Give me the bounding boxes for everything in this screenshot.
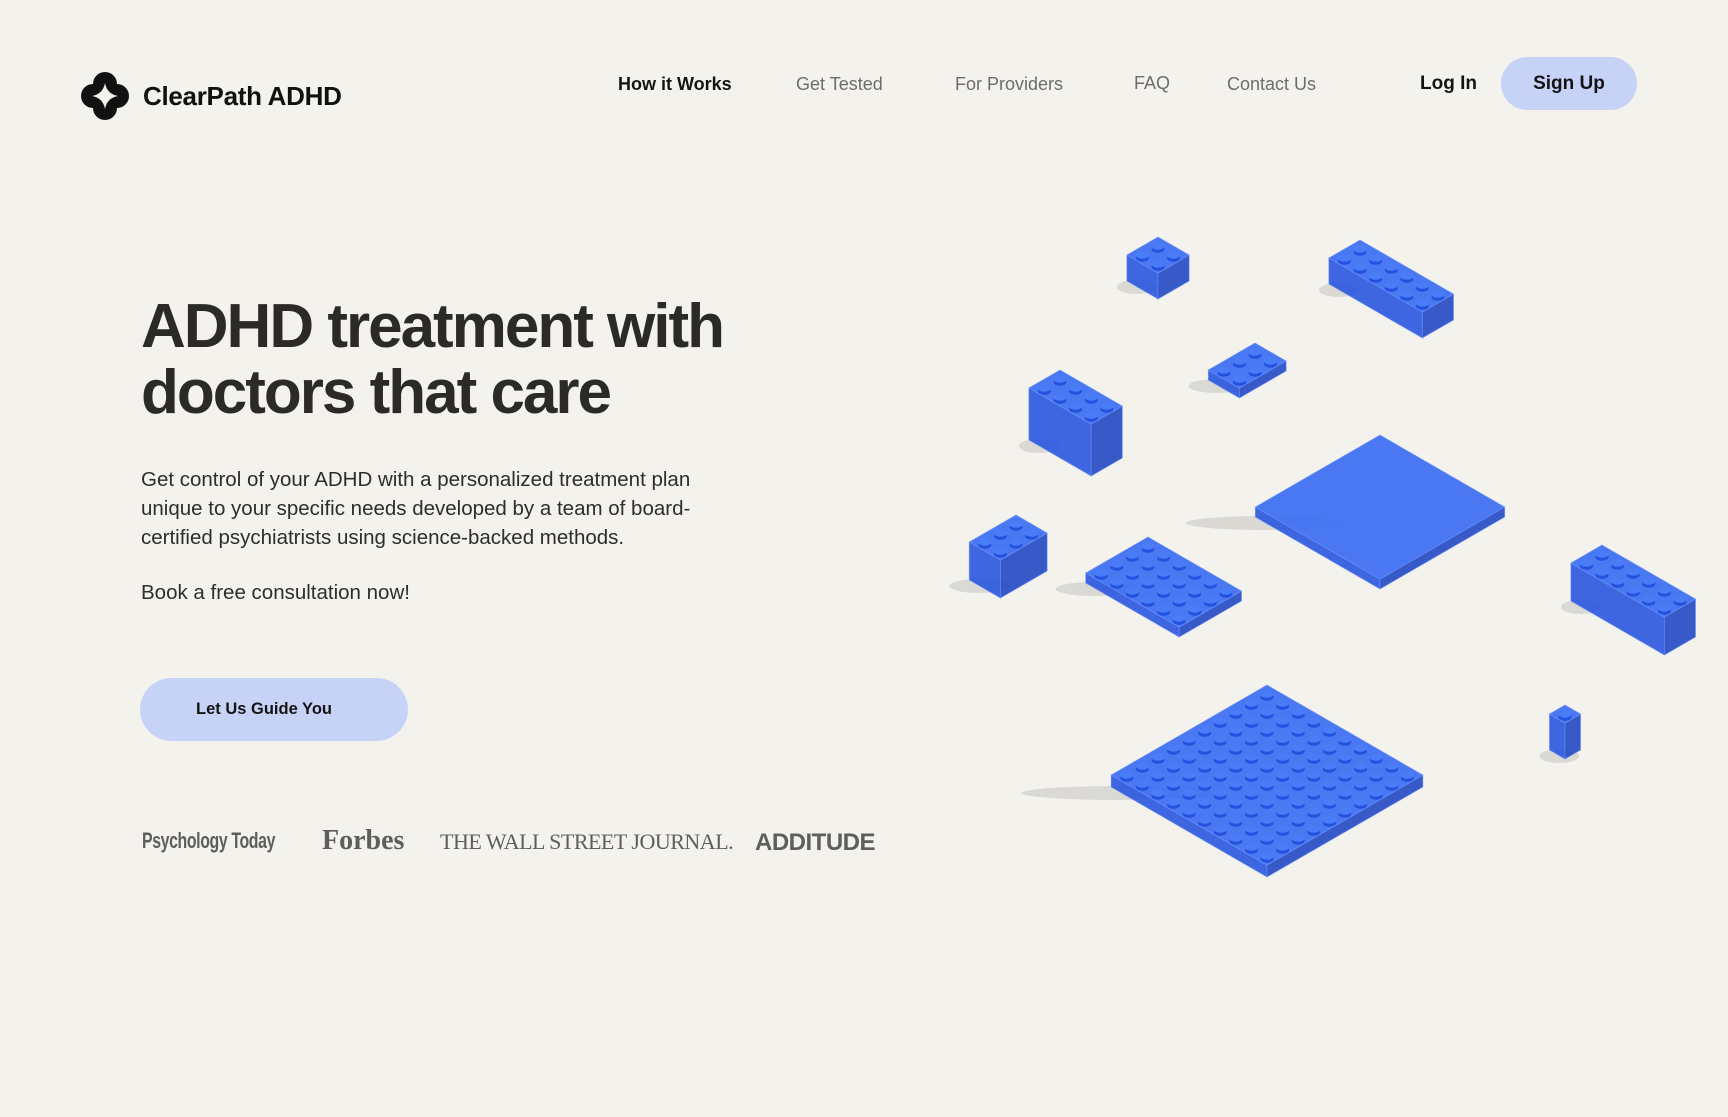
landing-page: ClearPath ADHD How it Works Get Tested F…	[0, 0, 1728, 1117]
brick-2x3-corner	[949, 514, 1048, 599]
nav-faq[interactable]: FAQ	[1134, 73, 1170, 94]
brick-2x2-small	[1116, 236, 1190, 300]
building-blocks-illustration	[949, 236, 1697, 878]
plate-4x6	[1055, 536, 1243, 638]
press-logo-forbes: Forbes	[322, 825, 405, 856]
press-logo-additude: ADDITUDE	[755, 829, 876, 856]
brick-2x6-long	[1318, 239, 1455, 339]
plate-10x10	[1021, 684, 1424, 878]
press-logo-psychology-today: Psychology Today	[142, 828, 276, 853]
clover-logo-icon	[81, 72, 129, 120]
brick-2x6-right	[1560, 544, 1697, 656]
login-link[interactable]: Log In	[1420, 73, 1477, 95]
nav-for-providers[interactable]: For Providers	[955, 74, 1063, 95]
hero-headline: ADHD treatment with doctors that care	[141, 292, 725, 427]
nav-how-it-works[interactable]: How it Works	[618, 74, 732, 95]
signup-button[interactable]: Sign Up	[1501, 57, 1637, 110]
nav-contact-us[interactable]: Contact Us	[1227, 74, 1316, 95]
brand-logo[interactable]: ClearPath ADHD	[79, 70, 342, 122]
plate-2x3	[1188, 342, 1287, 399]
consultation-text: Book a free consultation now!	[141, 581, 410, 604]
guide-button[interactable]: Let Us Guide You	[140, 678, 408, 741]
nav-get-tested[interactable]: Get Tested	[796, 74, 883, 95]
hero-description: Get control of your ADHD with a personal…	[141, 468, 691, 549]
press-logo-wsj: THE WALL STREET JOURNAL.	[440, 829, 734, 854]
brick-2x4-tall	[1018, 369, 1124, 477]
brick-1x1	[1539, 704, 1582, 763]
brand-name: ClearPath ADHD	[143, 80, 342, 111]
tile-8x8	[1185, 434, 1506, 590]
